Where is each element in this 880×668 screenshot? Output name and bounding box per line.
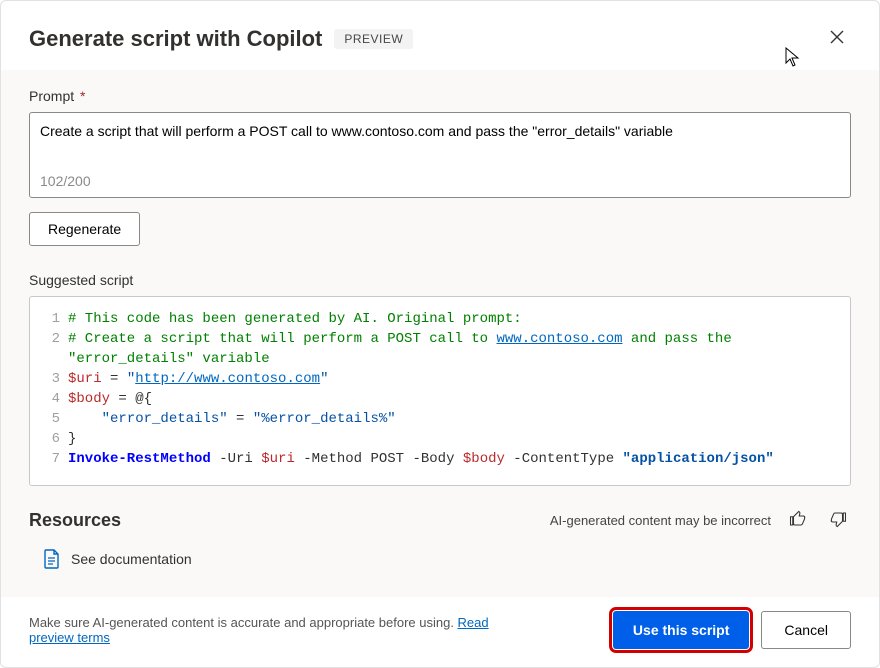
panel-body: Prompt * 102/200 Regenerate Suggested sc… — [1, 70, 879, 597]
code-line: 3 $uri = "http://www.contoso.com" — [42, 369, 838, 389]
code-line: 4 $body = @{ — [42, 389, 838, 409]
code-link[interactable]: http://www.contoso.com — [135, 371, 320, 387]
thumbs-down-button[interactable] — [825, 506, 851, 535]
panel-title: Generate script with Copilot — [29, 26, 322, 52]
line-number: 7 — [42, 449, 60, 469]
code-text: } — [68, 429, 76, 449]
thumbs-up-icon — [789, 510, 807, 528]
resources-heading: Resources — [29, 510, 121, 531]
code-link[interactable]: www.contoso.com — [496, 331, 622, 347]
code-line: 6} — [42, 429, 838, 449]
code-viewer[interactable]: 1 # This code has been generated by AI. O… — [29, 296, 851, 486]
line-number: 2 — [42, 329, 60, 349]
required-marker: * — [80, 88, 85, 104]
prompt-box[interactable]: 102/200 — [29, 112, 851, 198]
code-text: $uri = "http://www.contoso.com" — [68, 369, 328, 389]
regenerate-button[interactable]: Regenerate — [29, 212, 140, 246]
cancel-button[interactable]: Cancel — [761, 611, 851, 649]
footer-disclaimer-text: Make sure AI-generated content is accura… — [29, 615, 458, 630]
suggested-script-label: Suggested script — [29, 272, 851, 288]
line-number: 6 — [42, 429, 60, 449]
line-number: 4 — [42, 389, 60, 409]
code-text: "error_details" = "%error_details%" — [68, 409, 396, 429]
code-text: $body = @{ — [68, 389, 152, 409]
panel-footer: Make sure AI-generated content is accura… — [1, 597, 879, 667]
see-documentation-text: See documentation — [71, 551, 192, 567]
code-line: 1 # This code has been generated by AI. O… — [42, 309, 838, 329]
ai-disclaimer-inline: AI-generated content may be incorrect — [550, 513, 771, 528]
line-number: 5 — [42, 409, 60, 429]
footer-buttons: Use this script Cancel — [613, 611, 851, 649]
panel-header: Generate script with Copilot PREVIEW — [1, 1, 879, 70]
close-icon — [829, 29, 845, 45]
line-number: 3 — [42, 369, 60, 389]
thumbs-up-button[interactable] — [785, 506, 811, 535]
document-icon — [43, 549, 61, 569]
thumbs-down-icon — [829, 510, 847, 528]
code-text: Invoke-RestMethod -Uri $uri -Method POST… — [68, 449, 774, 469]
preview-badge: PREVIEW — [334, 29, 413, 49]
see-documentation-link[interactable]: See documentation — [43, 549, 851, 569]
close-button[interactable] — [823, 23, 851, 54]
prompt-label-text: Prompt — [29, 88, 74, 104]
prompt-input[interactable] — [40, 123, 840, 173]
code-line: 2 # Create a script that will perform a P… — [42, 329, 838, 369]
footer-disclaimer: Make sure AI-generated content is accura… — [29, 615, 509, 645]
copilot-panel: Generate script with Copilot PREVIEW Pro… — [0, 0, 880, 668]
code-line: 5 "error_details" = "%error_details%" — [42, 409, 838, 429]
use-this-script-button[interactable]: Use this script — [613, 611, 749, 649]
code-text: # This code has been generated by AI. Or… — [68, 309, 522, 329]
resources-row: Resources AI-generated content may be in… — [29, 506, 851, 535]
line-number: 1 — [42, 309, 60, 329]
prompt-label: Prompt * — [29, 88, 851, 104]
code-line: 7 Invoke-RestMethod -Uri $uri -Method POS… — [42, 449, 838, 469]
char-counter: 102/200 — [40, 173, 840, 189]
code-text: # Create a script that will perform a PO… — [68, 329, 838, 369]
